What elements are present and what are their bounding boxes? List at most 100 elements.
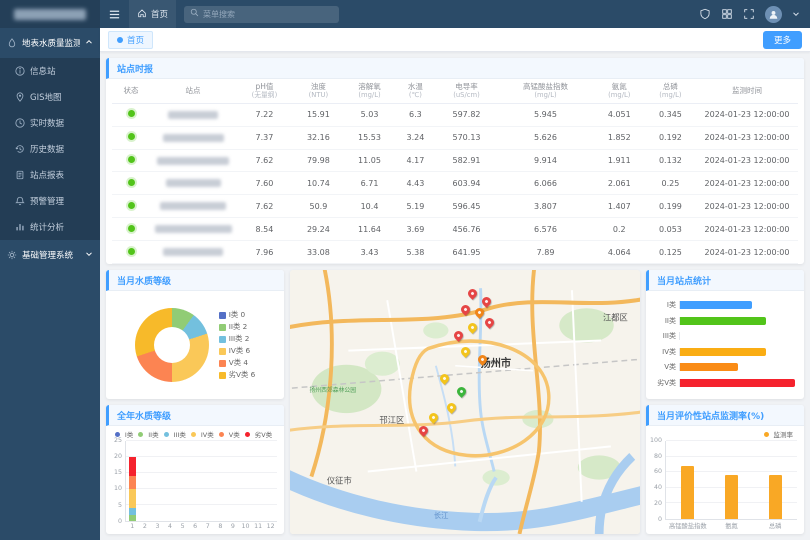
- sidebar-item-7[interactable]: 统计分析: [0, 214, 100, 240]
- gear-icon: [7, 250, 17, 260]
- legend-item[interactable]: I类 0: [219, 310, 256, 320]
- cell-value: 597.82: [436, 103, 498, 126]
- cell-value: 10.4: [344, 195, 395, 218]
- legend-item[interactable]: IV类: [191, 429, 214, 439]
- legend-item[interactable]: III类 2: [219, 334, 256, 344]
- chart-legend: 监测率: [650, 429, 797, 439]
- map-pin-green[interactable]: [455, 385, 468, 398]
- map-pin-orange[interactable]: [476, 353, 489, 366]
- table-row[interactable]: 7.6010.746.714.43603.946.0662.0610.25202…: [112, 172, 798, 195]
- status-dot-green: [128, 225, 135, 232]
- grid-icon[interactable]: [721, 8, 733, 20]
- sidebar-menu-base-system[interactable]: 基础管理系统: [0, 240, 100, 270]
- cell-value: 33.08: [293, 241, 344, 264]
- cell-value: 0.125: [645, 241, 696, 264]
- cell-value: 596.45: [436, 195, 498, 218]
- column-header: 高锰酸盐指数(mg/L): [497, 79, 593, 103]
- cell-value: 603.94: [436, 172, 498, 195]
- station-name-blurred: [166, 179, 221, 187]
- sidebar-item-4[interactable]: 历史数据: [0, 136, 100, 162]
- map-pin-red[interactable]: [480, 295, 493, 308]
- map-pin-red[interactable]: [483, 316, 496, 329]
- cell-value: 6.576: [497, 218, 593, 241]
- status-dot-green: [128, 156, 135, 163]
- legend-item[interactable]: V类 4: [219, 358, 256, 368]
- user-avatar[interactable]: [765, 6, 782, 23]
- gis-map[interactable]: 扬州市 江都区 邗江区 仪征市 扬州西郊森林公园 长江: [290, 270, 640, 534]
- cell-value: 4.43: [395, 172, 436, 195]
- legend-item[interactable]: 监测率: [764, 429, 794, 439]
- topbar-actions: [699, 6, 800, 23]
- table-row[interactable]: 7.9633.083.435.38641.957.894.0640.125202…: [112, 241, 798, 264]
- column-header: 监测时间: [696, 79, 798, 103]
- cell-value: 11.05: [344, 149, 395, 172]
- sidebar-item-label: 实时数据: [30, 117, 64, 129]
- legend-item[interactable]: III类: [164, 429, 186, 439]
- month-rate-panel: 当月评价性站点监测率(%) 监测率 020406080100 高锰酸盐指数氨氮总…: [646, 405, 804, 534]
- panel-title: 全年水质等级: [106, 405, 284, 426]
- cell-value: 0.199: [645, 195, 696, 218]
- map-pin-red[interactable]: [459, 303, 472, 316]
- cell-value: 1.852: [594, 126, 645, 149]
- legend-item[interactable]: 劣V类 6: [219, 370, 256, 380]
- water-drop-icon: [7, 38, 17, 48]
- chevron-down-icon: [85, 250, 93, 261]
- map-pin-yellow[interactable]: [427, 411, 440, 424]
- map-pin-red[interactable]: [466, 287, 479, 300]
- sidebar-item-5[interactable]: 站点报表: [0, 162, 100, 188]
- table-row[interactable]: 8.5429.2411.643.69456.766.5760.20.053202…: [112, 218, 798, 241]
- donut-ring: [135, 308, 209, 382]
- map-pin-yellow[interactable]: [438, 372, 451, 385]
- column-header: 电导率(uS/cm): [436, 79, 498, 103]
- legend-item[interactable]: II类: [138, 429, 158, 439]
- sidebar-item-3[interactable]: 实时数据: [0, 110, 100, 136]
- cell-monitor-time: 2024-01-23 12:00:00: [696, 149, 798, 172]
- sidebar-item-label: 历史数据: [30, 143, 64, 155]
- main-area: 首页: [100, 0, 810, 540]
- map-pin-orange[interactable]: [473, 306, 486, 319]
- bar-row: II类: [649, 315, 795, 326]
- fullscreen-icon[interactable]: [743, 8, 755, 20]
- legend-item[interactable]: IV类 6: [219, 346, 256, 356]
- map-pin-red[interactable]: [417, 424, 430, 437]
- status-dot-green: [128, 179, 135, 186]
- table-row[interactable]: 7.3732.1615.533.24570.135.6261.8520.1922…: [112, 126, 798, 149]
- table-row[interactable]: 7.6279.9811.054.17582.919.9141.9110.1322…: [112, 149, 798, 172]
- menu-search-box: [184, 6, 339, 23]
- table-body: 7.2215.915.036.3597.825.9454.0510.345202…: [112, 103, 798, 263]
- legend-item[interactable]: II类 2: [219, 322, 256, 332]
- sidebar-item-6[interactable]: 预警管理: [0, 188, 100, 214]
- map-pin-yellow[interactable]: [459, 345, 472, 358]
- legend-item[interactable]: V类: [219, 429, 240, 439]
- cell-value: 0.345: [645, 103, 696, 126]
- station-name-blurred: [157, 157, 229, 165]
- map-pin-yellow[interactable]: [466, 321, 479, 334]
- topbar-home-tab[interactable]: 首页: [129, 0, 176, 28]
- sidebar-menu-water-system[interactable]: 地表水质量监测系统: [0, 28, 100, 58]
- cell-value: 2.061: [594, 172, 645, 195]
- cell-value: 7.62: [236, 195, 293, 218]
- legend-item[interactable]: 劣V类: [245, 429, 272, 439]
- cell-value: 3.807: [497, 195, 593, 218]
- table-header-row: 状态站点pH值(无量纲)浊度(NTU)溶解氧(mg/L)水温(℃)电导率(uS/…: [112, 79, 798, 103]
- x-axis-labels: 高锰酸盐指数氨氮总磷: [666, 520, 797, 530]
- table-row[interactable]: 7.2215.915.036.3597.825.9454.0510.345202…: [112, 103, 798, 126]
- alarm-bell-icon: [15, 196, 25, 206]
- cell-monitor-time: 2024-01-23 12:00:00: [696, 195, 798, 218]
- station-name-blurred: [155, 225, 232, 233]
- cell-value: 5.626: [497, 126, 593, 149]
- hamburger-icon[interactable]: [108, 8, 121, 21]
- caret-down-icon[interactable]: [792, 10, 800, 18]
- shield-icon[interactable]: [699, 8, 711, 20]
- sidebar-item-2[interactable]: GIS地图: [0, 84, 100, 110]
- table-row[interactable]: 7.6250.910.45.19596.453.8071.4070.199202…: [112, 195, 798, 218]
- map-pin-red[interactable]: [452, 329, 465, 342]
- y-axis: 0510152025: [110, 441, 126, 522]
- more-button[interactable]: 更多: [763, 31, 802, 49]
- map-pin-icon: [15, 92, 25, 102]
- sidebar-item-1[interactable]: 信息站: [0, 58, 100, 84]
- map-pin-yellow[interactable]: [445, 401, 458, 414]
- history-clock-icon: [15, 144, 25, 154]
- tab-home[interactable]: 首页: [108, 31, 153, 49]
- menu-search-input[interactable]: [203, 10, 333, 19]
